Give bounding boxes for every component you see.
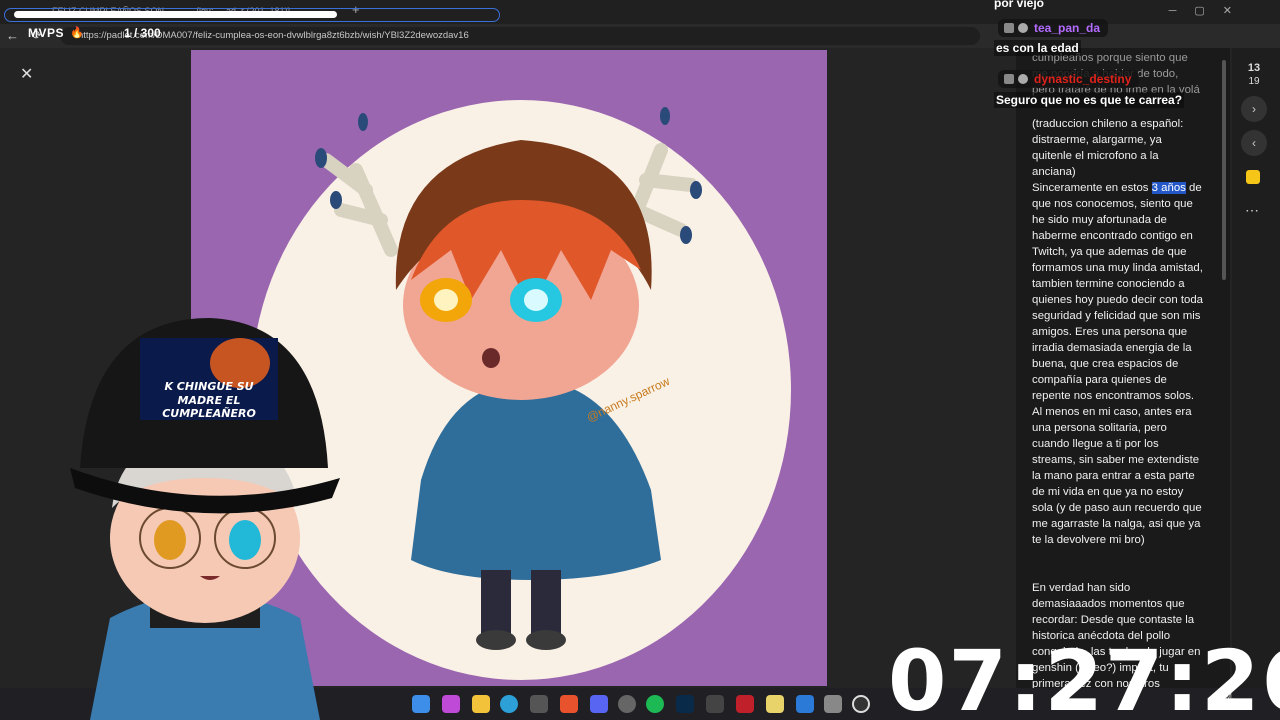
brave-browser-icon[interactable]: [560, 695, 578, 713]
post-p2-rest: de que nos conocemos, siento que he sido…: [1032, 182, 1203, 546]
chat-badge-icon: [1018, 74, 1028, 84]
post-paragraph-1: (traduccion chileno a español: distraerm…: [1032, 118, 1184, 178]
copilot-icon[interactable]: [442, 695, 460, 713]
more-options-icon[interactable]: ⋯: [1245, 202, 1259, 219]
cap-text-line3: CUMPLEAÑERO: [162, 407, 256, 420]
rail-date-top: 13: [1247, 62, 1261, 74]
post-p2-start: Sinceramente en estos: [1032, 182, 1152, 194]
chat-badge-icon: [1004, 23, 1014, 33]
window-controls[interactable]: ─▢✕: [1169, 4, 1250, 17]
overlay-title: MVPS: [28, 26, 65, 40]
app-icon[interactable]: [796, 695, 814, 713]
overlay-counter: 1 / 300: [124, 26, 161, 40]
screen: FELIZ CUMPLEAÑOS SON {iqu: ... ad_r (201…: [0, 0, 1280, 720]
rail-date: 13 19: [1240, 62, 1268, 88]
right-shoe: [526, 630, 566, 650]
media-player-icon[interactable]: [852, 695, 870, 713]
chat-partial-message: por viejo: [994, 0, 1045, 10]
previous-post-button[interactable]: ‹: [1241, 130, 1267, 156]
chat-user-name: dynastic_destiny: [1034, 72, 1132, 86]
fire-icon: 🔥: [70, 27, 84, 39]
edge-browser-icon[interactable]: [500, 695, 518, 713]
avatar-right-eye: [229, 520, 261, 560]
calculator-icon[interactable]: [824, 695, 842, 713]
post-scrollbar[interactable]: [1222, 60, 1226, 280]
overlay-progress-fill: [14, 11, 337, 18]
vtuber-avatar: K CHINGUE SU MADRE EL CUMPLEAÑERO: [70, 318, 340, 720]
right-leg: [531, 570, 561, 640]
rail-date-bottom: 19: [1248, 76, 1260, 87]
app-icon[interactable]: [736, 695, 754, 713]
file-explorer-icon[interactable]: [472, 695, 490, 713]
chat-badge-icon: [1018, 23, 1028, 33]
discord-icon[interactable]: [590, 695, 608, 713]
mouth: [482, 348, 500, 368]
chat-username-1: tea_pan_da: [998, 19, 1109, 37]
post-highlighted-text[interactable]: 3 años: [1151, 182, 1186, 194]
url-field[interactable]: https://padlet.com/DMA007/feliz-cumplea-…: [60, 27, 980, 45]
post-paragraph-2: Sinceramente en estos 3 años de que nos …: [1032, 180, 1204, 548]
back-icon[interactable]: ←: [6, 28, 19, 43]
chat-user-name: tea_pan_da: [1034, 21, 1101, 35]
chat-username-2: dynastic_destiny: [998, 70, 1140, 88]
left-shoe: [476, 630, 516, 650]
chat-message-1: es con la edad: [994, 40, 1081, 56]
app-icon[interactable]: [618, 695, 636, 713]
left-eye-shine: [434, 289, 458, 311]
avatar-left-eye: [154, 520, 186, 560]
cap-text-line2: MADRE EL: [178, 394, 241, 407]
chat-badge-icon: [1004, 74, 1014, 84]
left-leg: [481, 570, 511, 640]
right-eye-shine: [524, 289, 548, 311]
store-icon[interactable]: [530, 695, 548, 713]
app-icon[interactable]: [706, 695, 724, 713]
stream-timer: 07:27:26: [888, 632, 1280, 720]
close-icon[interactable]: ✕: [20, 64, 33, 84]
windows-start-icon[interactable]: [412, 695, 430, 713]
cap-text-line1: K CHINGUE SU: [164, 380, 253, 393]
notes-icon[interactable]: [766, 695, 784, 713]
photoshop-icon[interactable]: [676, 695, 694, 713]
next-post-button[interactable]: ›: [1241, 96, 1267, 122]
spotify-icon[interactable]: [646, 695, 664, 713]
post-text-panel: cumpleaños porque siento que me pondría …: [1016, 48, 1230, 688]
sticky-note-icon[interactable]: [1246, 170, 1260, 184]
chat-message-2: Seguro que no es que te carrea?: [994, 92, 1185, 108]
